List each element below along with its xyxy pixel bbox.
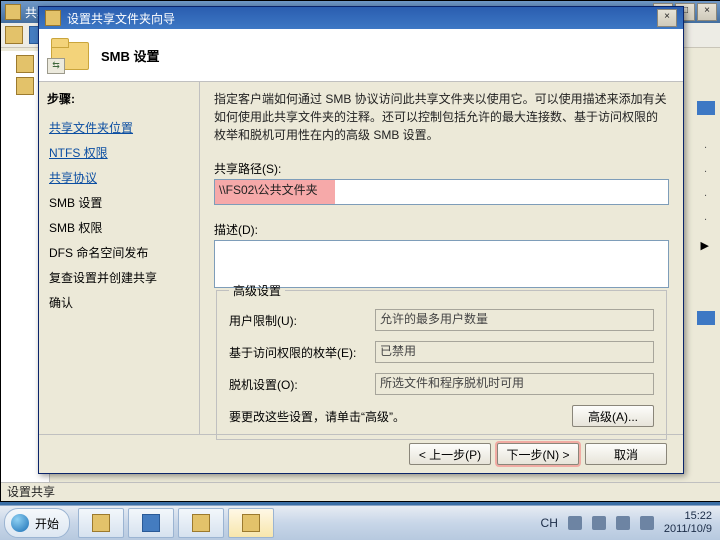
toolbar-icon[interactable] bbox=[5, 26, 23, 44]
shared-folder-icon: ⇆ bbox=[49, 38, 89, 72]
advanced-settings-group: 高级设置 用户限制(U): 允许的最多用户数量 基于访问权限的枚举(E): 已禁… bbox=[216, 282, 667, 440]
wizard-dialog-smb-settings: 设置共享文件夹向导 × ⇆ SMB 设置 步骤: 共享文件夹位置 NTFS 权限… bbox=[38, 6, 684, 474]
step-review: 复查设置并创建共享 bbox=[47, 265, 195, 290]
wizard-title-text: 设置共享文件夹向导 bbox=[67, 10, 175, 27]
advanced-button[interactable]: 高级(A)... bbox=[572, 405, 654, 427]
start-button[interactable]: 开始 bbox=[4, 508, 70, 538]
action-dot: . bbox=[704, 163, 707, 175]
step-smb-permissions: SMB 权限 bbox=[47, 215, 195, 240]
step-dfs-namespace: DFS 命名空间发布 bbox=[47, 240, 195, 265]
description-label: 描述(D): bbox=[214, 221, 669, 238]
action-dot: . bbox=[704, 187, 707, 199]
tree-node-icon[interactable] bbox=[16, 77, 34, 95]
offline-value: 所选文件和程序脱机时可用 bbox=[375, 373, 654, 395]
wizard-banner: ⇆ SMB 设置 bbox=[39, 29, 683, 82]
step-share-location[interactable]: 共享文件夹位置 bbox=[47, 115, 195, 140]
parent-statusbar: 设置共享 bbox=[1, 482, 720, 501]
step-ntfs-permissions[interactable]: NTFS 权限 bbox=[47, 140, 195, 165]
wizard-titlebar[interactable]: 设置共享文件夹向导 × bbox=[39, 7, 683, 29]
wizard-steps-nav: 步骤: 共享文件夹位置 NTFS 权限 共享协议 SMB 设置 SMB 权限 D… bbox=[39, 82, 200, 434]
abe-value: 已禁用 bbox=[375, 341, 654, 363]
system-tray: CH 15:22 2011/10/9 bbox=[541, 510, 720, 535]
share-mgmt-icon bbox=[242, 514, 260, 532]
instruction-text: 指定客户端如何通过 SMB 协议访问此共享文件夹以使用它。可以使用描述来添加有关… bbox=[214, 90, 669, 144]
ime-indicator[interactable]: CH bbox=[541, 516, 558, 530]
advanced-settings-legend: 高级设置 bbox=[229, 282, 285, 299]
start-label: 开始 bbox=[35, 515, 59, 532]
taskbar-item-powershell[interactable] bbox=[128, 508, 174, 538]
taskbar-item-explorer[interactable] bbox=[78, 508, 124, 538]
wizard-close-button[interactable]: × bbox=[657, 9, 677, 27]
step-confirm: 确认 bbox=[47, 290, 195, 315]
powershell-icon bbox=[142, 514, 160, 532]
advanced-note: 要更改这些设置，请单击“高级”。 bbox=[229, 408, 405, 425]
taskbar-clock[interactable]: 15:22 2011/10/9 bbox=[664, 510, 712, 535]
action-dot: . bbox=[704, 211, 707, 223]
share-path-label: 共享路径(S): bbox=[214, 160, 669, 177]
explorer-icon bbox=[92, 514, 110, 532]
taskbar-items bbox=[78, 508, 274, 538]
tray-icon[interactable] bbox=[568, 516, 582, 530]
actions-header bbox=[697, 101, 715, 115]
tray-volume-icon[interactable] bbox=[616, 516, 630, 530]
wizard-step-heading: SMB 设置 bbox=[101, 46, 160, 65]
step-smb-settings: SMB 设置 bbox=[47, 190, 195, 215]
back-button[interactable]: < 上一步(P) bbox=[409, 443, 491, 465]
abe-label: 基于访问权限的枚举(E): bbox=[229, 344, 369, 361]
user-limit-value: 允许的最多用户数量 bbox=[375, 309, 654, 331]
windows-orb-icon bbox=[11, 514, 29, 532]
action-dot: . bbox=[704, 139, 707, 151]
tray-action-center-icon[interactable] bbox=[640, 516, 654, 530]
next-button[interactable]: 下一步(N) > bbox=[497, 443, 579, 465]
close-button[interactable]: × bbox=[697, 3, 717, 21]
tray-network-icon[interactable] bbox=[592, 516, 606, 530]
clock-date: 2011/10/9 bbox=[664, 523, 712, 536]
server-manager-icon bbox=[192, 514, 210, 532]
offline-label: 脱机设置(O): bbox=[229, 376, 369, 393]
actions-header bbox=[697, 311, 715, 325]
parent-right-pane: . . . . ▶ bbox=[691, 51, 720, 491]
share-overlay-icon: ⇆ bbox=[47, 58, 65, 74]
share-path-field: \\FS02\公共文件夹 bbox=[214, 179, 669, 205]
clock-time: 15:22 bbox=[664, 510, 712, 523]
wizard-main-panel: 指定客户端如何通过 SMB 协议访问此共享文件夹以使用它。可以使用描述来添加有关… bbox=[200, 82, 683, 434]
parent-app-icon bbox=[5, 4, 21, 20]
cancel-button[interactable]: 取消 bbox=[585, 443, 667, 465]
tree-node-icon[interactable] bbox=[16, 55, 34, 73]
taskbar-item-share-mgmt[interactable] bbox=[228, 508, 274, 538]
wizard-title-icon bbox=[45, 10, 61, 26]
step-share-protocol[interactable]: 共享协议 bbox=[47, 165, 195, 190]
description-input[interactable] bbox=[214, 240, 669, 288]
expand-indicator: ▶ bbox=[701, 239, 709, 252]
taskbar-item-server-manager[interactable] bbox=[178, 508, 224, 538]
taskbar: 开始 CH 15:22 2011/10/9 bbox=[0, 505, 720, 540]
steps-label: 步骤: bbox=[47, 90, 195, 107]
user-limit-label: 用户限制(U): bbox=[229, 312, 369, 329]
